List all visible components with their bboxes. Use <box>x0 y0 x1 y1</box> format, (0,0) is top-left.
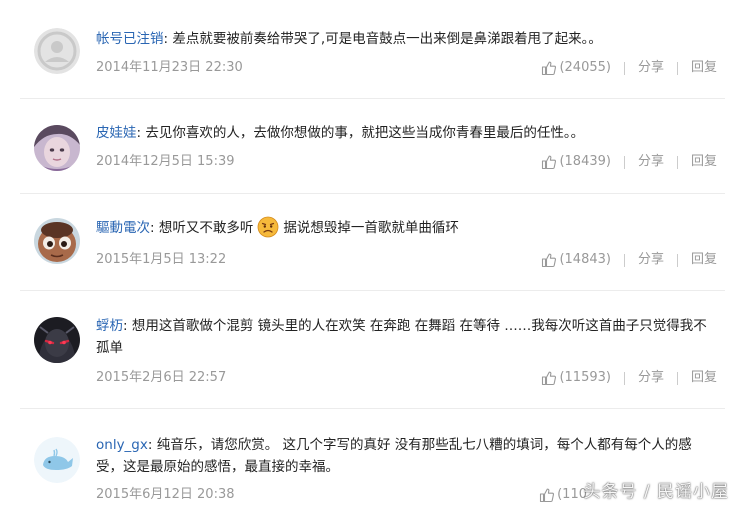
like-button[interactable]: (110 <box>539 485 587 505</box>
comment-text-block: only_gx: 纯音乐，请您欣赏。 这几个字写的真好 没有那些乱七八糟的填词，… <box>96 434 707 478</box>
worried-face-icon <box>257 216 279 238</box>
comment-divider <box>20 98 725 99</box>
user-avatar-photo <box>34 125 80 171</box>
username-link[interactable]: only_gx <box>96 437 148 453</box>
comment-time: 2014年11月23日 22:30 <box>96 60 243 75</box>
reply-button[interactable]: 回复 <box>691 58 717 78</box>
thumbs-up-icon <box>542 155 557 170</box>
like-count: (11593) <box>559 370 611 385</box>
divider <box>676 371 678 385</box>
like-count: (24055) <box>559 60 611 75</box>
divider <box>623 371 625 385</box>
thumbs-up-icon <box>540 488 555 503</box>
username-link[interactable]: 驅動電次 <box>96 220 150 236</box>
comment-actions: (11593) 分享 回复 <box>541 368 717 388</box>
avatar[interactable] <box>34 28 80 74</box>
like-button[interactable]: (18439) <box>541 152 611 172</box>
thumbs-up-icon <box>542 371 557 386</box>
divider <box>623 61 625 75</box>
comment-meta: 2014年12月5日 15:39 (18439) 分享 回复 <box>96 152 717 172</box>
username-separator: : <box>123 318 132 334</box>
like-button[interactable]: (11593) <box>541 368 611 388</box>
comment-text: 纯音乐，请您欣赏。 这几个字写的真好 没有那些乱七八糟的填词，每个人都有每个人的… <box>96 437 692 475</box>
thumbs-up-icon <box>542 61 557 76</box>
comment-text-block: 驅動電次: 想听又不敢多听 据说想毁掉一首歌就单曲循环 <box>96 216 715 239</box>
like-count: (14843) <box>559 252 611 267</box>
comment-text-continued: 据说想毁掉一首歌就单曲循环 <box>283 220 459 236</box>
divider <box>676 61 678 75</box>
comment-text-block: 皮娃娃: 去见你喜欢的人，去做你想做的事，就把这些当成你青春里最后的任性。。 <box>96 122 715 144</box>
comment-divider <box>20 408 725 409</box>
username-link[interactable]: 蜉杤 <box>96 318 123 334</box>
reply-button[interactable]: 回复 <box>691 152 717 172</box>
share-button[interactable]: 分享 <box>638 250 664 270</box>
whale-avatar-icon <box>34 437 80 483</box>
share-button[interactable]: 分享 <box>638 58 664 78</box>
reply-button[interactable]: 回复 <box>691 250 717 270</box>
username-link[interactable]: 皮娃娃 <box>96 125 137 141</box>
comment-time: 2015年2月6日 22:57 <box>96 370 227 385</box>
username-separator: : <box>147 437 157 453</box>
avatar[interactable] <box>34 125 80 171</box>
comment-text: 去见你喜欢的人，去做你想做的事，就把这些当成你青春里最后的任性。。 <box>145 125 585 141</box>
divider <box>676 155 678 169</box>
comment-text: 想听又不敢多听 <box>158 220 254 236</box>
like-button[interactable]: (24055) <box>541 58 611 78</box>
comment-actions: (110 <box>539 485 587 505</box>
comment-actions: (14843) 分享 回复 <box>541 250 717 270</box>
share-button[interactable]: 分享 <box>638 152 664 172</box>
like-count: (18439) <box>559 154 611 169</box>
comment-actions: (18439) 分享 回复 <box>541 152 717 172</box>
comment-text-block: 帐号已注销: 差点就要被前奏给带哭了,可是电音鼓点一出来倒是鼻涕跟着甩了起来。。 <box>96 28 715 50</box>
comment-meta: 2015年2月6日 22:57 (11593) 分享 回复 <box>96 368 717 388</box>
comment-time: 2015年1月5日 13:22 <box>96 252 227 267</box>
comment-text: 想用这首歌做个混剪 镜头里的人在欢笑 在奔跑 在舞蹈 在等待 ……我每次听这首曲… <box>96 318 707 356</box>
username-separator: : <box>150 220 159 236</box>
comment-divider <box>20 193 725 194</box>
comment-divider <box>20 290 725 291</box>
comment-time: 2015年6月12日 20:38 <box>96 487 235 502</box>
comment-meta: 2014年11月23日 22:30 (24055) 分享 回复 <box>96 58 717 78</box>
user-avatar-photo <box>34 317 80 363</box>
comment-time: 2014年12月5日 15:39 <box>96 154 235 169</box>
divider <box>676 253 678 267</box>
share-button[interactable]: 分享 <box>638 368 664 388</box>
default-avatar-icon <box>34 28 80 74</box>
comment-text-block: 蜉杤: 想用这首歌做个混剪 镜头里的人在欢笑 在奔跑 在舞蹈 在等待 ……我每次… <box>96 315 709 359</box>
username-link[interactable]: 帐号已注销 <box>96 31 164 47</box>
divider <box>623 253 625 267</box>
reply-button[interactable]: 回复 <box>691 368 717 388</box>
comment-meta: 2015年1月5日 13:22 (14843) 分享 回复 <box>96 250 717 270</box>
comment-text: 差点就要被前奏给带哭了,可是电音鼓点一出来倒是鼻涕跟着甩了起来。。 <box>172 31 602 47</box>
avatar[interactable] <box>34 317 80 363</box>
like-button[interactable]: (14843) <box>541 250 611 270</box>
avatar[interactable] <box>34 437 80 483</box>
comment-actions: (24055) 分享 回复 <box>541 58 717 78</box>
divider <box>623 155 625 169</box>
avatar[interactable] <box>34 218 80 264</box>
thumbs-up-icon <box>542 253 557 268</box>
user-avatar-photo <box>34 218 80 264</box>
watermark-text: 头条号 / 民谣小屋 <box>583 482 729 502</box>
